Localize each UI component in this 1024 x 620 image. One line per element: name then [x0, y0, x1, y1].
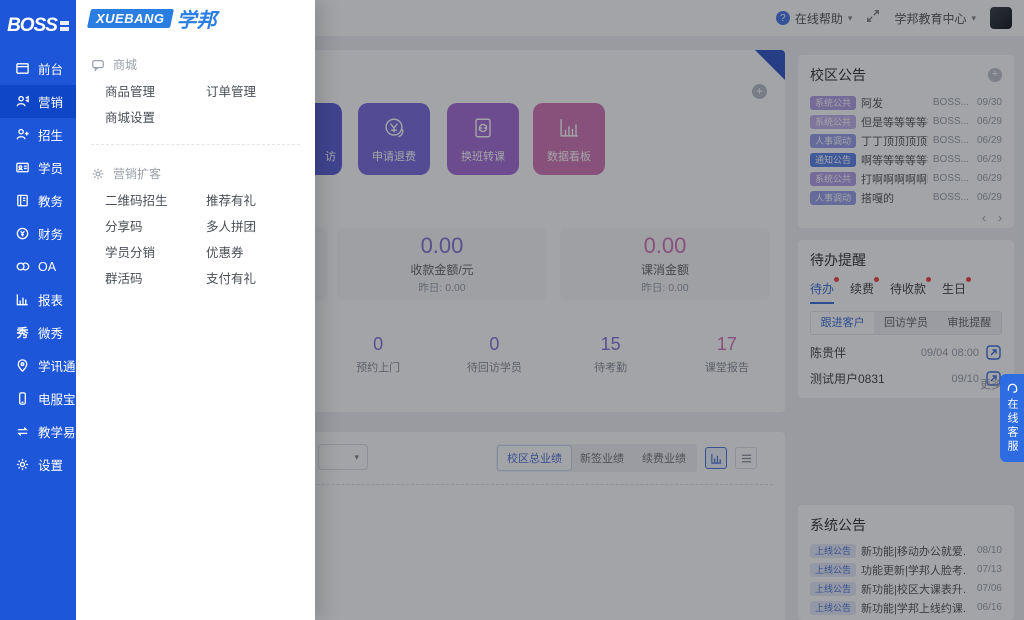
marketing-icon: [15, 94, 30, 109]
xuebang-logo-flag: XUEBANG: [87, 9, 174, 28]
gear-icon: [15, 457, 30, 472]
sidebar-item-recruiting[interactable]: 招生: [0, 118, 76, 151]
primary-sidebar: BOSS 前台 营销 招生 学员 教务 财务 OA 报表 秀 微秀 学讯通: [0, 0, 76, 620]
menu-item-mall-settings[interactable]: 商城设置: [105, 105, 206, 131]
report-chart-icon: [15, 292, 30, 307]
sidebar-item-xuexuntong[interactable]: 学讯通: [0, 349, 76, 382]
sidebar-item-dianfubao[interactable]: 电服宝: [0, 382, 76, 415]
menu-item-group-live-code[interactable]: 群活码: [105, 266, 206, 292]
marketing-menu-items: 二维码招生 推荐有礼 分享码 多人拼团 学员分销 优惠券 群活码 支付有礼: [105, 188, 315, 292]
sidebar-item-oa[interactable]: OA: [0, 250, 76, 283]
oa-icon: [15, 259, 30, 274]
menu-item-qrcode-enroll[interactable]: 二维码招生: [105, 188, 206, 214]
divider: [91, 144, 300, 145]
chat-bubble-icon: [91, 58, 105, 72]
sidebar-item-settings[interactable]: 设置: [0, 448, 76, 481]
book-icon: [15, 193, 30, 208]
menu-item-share-code[interactable]: 分享码: [105, 214, 206, 240]
student-card-icon: [15, 160, 30, 175]
headset-icon: [1006, 381, 1019, 394]
sidebar-item-jiaoxueyi[interactable]: 教学易: [0, 415, 76, 448]
boss-logo-suffix: [60, 21, 69, 31]
online-customer-service-tab[interactable]: 在线客服: [1000, 374, 1024, 462]
group-header-marketing: 营销扩客: [91, 165, 315, 182]
marketing-flyout-menu: XUEBANG 学邦 商城 商品管理 订单管理 商城设置 营销扩客 二维码招生 …: [76, 0, 315, 620]
sidebar-item-students[interactable]: 学员: [0, 151, 76, 184]
menu-item-coupon[interactable]: 优惠券: [206, 240, 315, 266]
location-pin-icon: [15, 358, 30, 373]
gear-icon: [91, 167, 105, 181]
menu-item-product-mgmt[interactable]: 商品管理: [105, 79, 206, 105]
mall-menu-items: 商品管理 订单管理 商城设置: [105, 79, 315, 131]
phone-icon: [15, 391, 30, 406]
coin-icon: [15, 226, 30, 241]
sidebar-item-finance[interactable]: 财务: [0, 217, 76, 250]
menu-item-student-distribution[interactable]: 学员分销: [105, 240, 206, 266]
weixiu-icon: 秀: [15, 325, 30, 340]
xuebang-logo-zh: 学邦: [177, 4, 217, 33]
front-desk-icon: [15, 61, 30, 76]
boss-logo: BOSS: [0, 0, 76, 52]
menu-item-referral-gift[interactable]: 推荐有礼: [206, 188, 315, 214]
group-header-mall: 商城: [91, 56, 315, 73]
sidebar-item-marketing[interactable]: 营销: [0, 85, 76, 118]
sidebar-item-academic[interactable]: 教务: [0, 184, 76, 217]
menu-item-group-buy[interactable]: 多人拼团: [206, 214, 315, 240]
brand-logo: XUEBANG 学邦: [76, 0, 315, 36]
sidebar-item-front-desk[interactable]: 前台: [0, 52, 76, 85]
menu-item-pay-gift[interactable]: 支付有礼: [206, 266, 315, 292]
menu-item-order-mgmt[interactable]: 订单管理: [206, 79, 315, 105]
cs-tab-label: 在线客服: [1004, 398, 1020, 454]
recruit-icon: [15, 127, 30, 142]
sidebar-item-reports[interactable]: 报表: [0, 283, 76, 316]
swap-icon: [15, 424, 30, 439]
sidebar-item-weixiu[interactable]: 秀 微秀: [0, 316, 76, 349]
